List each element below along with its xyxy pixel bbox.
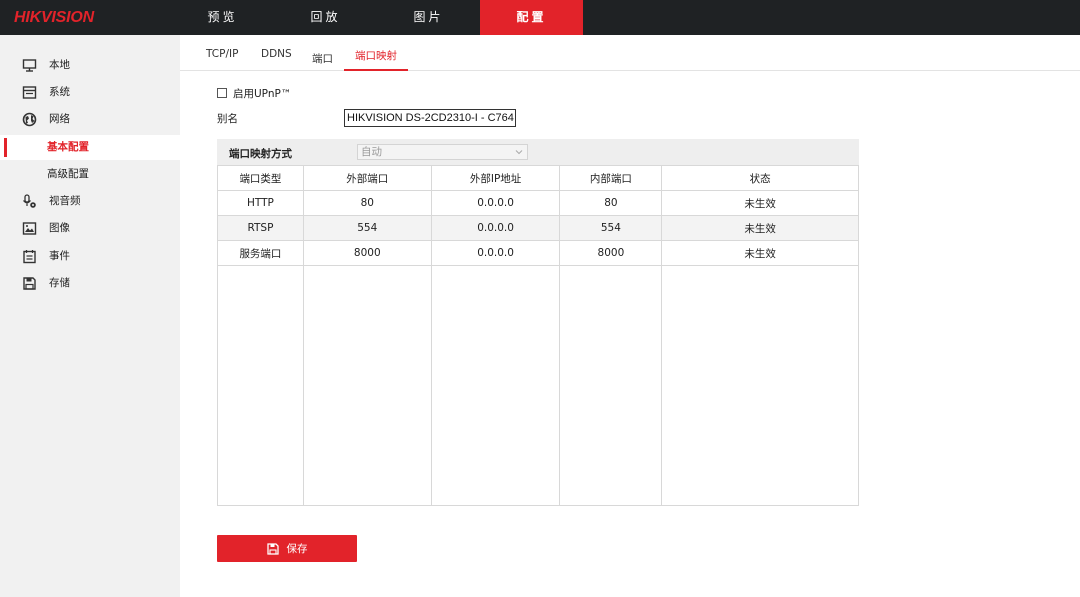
column-header: 内部端口 <box>559 165 663 191</box>
internal-port-cell: 554 <box>559 215 663 241</box>
external-ip-cell: 0.0.0.0 <box>430 190 561 216</box>
status-cell: 未生效 <box>661 215 859 241</box>
save-label: 保存 <box>286 543 308 555</box>
internal-port-cell: 8000 <box>559 240 663 266</box>
port-type-cell: RTSP <box>217 215 304 241</box>
nav-playback[interactable]: 回放 <box>274 0 377 35</box>
sidebar-item-label: 视音频 <box>49 195 81 207</box>
image-icon <box>22 222 37 235</box>
sidebar-item-system[interactable]: 系统 <box>0 80 180 105</box>
upnp-checkbox[interactable] <box>217 88 227 98</box>
globe-icon <box>22 112 37 127</box>
sidebar-item-label: 本地 <box>49 59 70 71</box>
column-header: 外部IP地址 <box>430 165 561 191</box>
mapping-mode-select[interactable]: 自动 <box>357 144 528 160</box>
port-type-cell: HTTP <box>217 190 304 216</box>
upnp-row: 启用UPnP™ <box>217 86 291 100</box>
save-button[interactable]: 保存 <box>217 535 357 562</box>
table-row[interactable]: 服务端口 8000 0.0.0.0 8000 未生效 <box>217 240 859 266</box>
floppy-disk-icon <box>23 277 36 290</box>
external-ip-cell: 0.0.0.0 <box>430 215 561 241</box>
status-cell: 未生效 <box>661 190 859 216</box>
nav-preview[interactable]: 预览 <box>171 0 274 35</box>
empty-cell <box>430 265 561 506</box>
port-mapping-table: 端口类型 外部端口 外部IP地址 内部端口 状态 HTTP 80 0.0.0.0… <box>217 165 859 506</box>
chevron-down-icon <box>515 150 523 155</box>
floppy-disk-icon <box>266 542 279 555</box>
empty-cell <box>217 265 304 506</box>
upnp-label: 启用UPnP™ <box>233 87 292 100</box>
top-bar: HIKVISION 预览 回放 图片 配置 <box>0 0 1080 35</box>
mapping-mode-label: 端口映射方式 <box>229 148 292 160</box>
column-header: 端口类型 <box>217 165 304 191</box>
table-empty-area <box>217 265 859 506</box>
mapping-mode-value: 自动 <box>361 146 382 158</box>
microphone-gear-icon <box>23 194 36 208</box>
table-header-row: 端口类型 外部端口 外部IP地址 内部端口 状态 <box>217 165 859 191</box>
table-row[interactable]: RTSP 554 0.0.0.0 554 未生效 <box>217 215 859 241</box>
alias-input[interactable]: HIKVISION DS-2CD2310-I - C764 <box>344 109 516 127</box>
sidebar-item-label: 图像 <box>49 222 70 234</box>
external-port-cell[interactable]: 80 <box>302 190 432 216</box>
sidebar-item-advanced-config[interactable]: 高级配置 <box>0 162 180 187</box>
tab-port[interactable]: 端口 <box>312 51 333 72</box>
config-tabs: TCP/IP DDNS 端口 端口映射 <box>180 35 1080 71</box>
sidebar-item-video-audio[interactable]: 视音频 <box>0 189 180 214</box>
sidebar-item-label: 存储 <box>49 277 70 289</box>
empty-cell <box>661 265 859 506</box>
sidebar-item-network[interactable]: 网络 <box>0 107 180 132</box>
external-ip-cell: 0.0.0.0 <box>430 240 561 266</box>
tab-port-mapping[interactable]: 端口映射 <box>344 48 408 71</box>
sidebar: 本地 系统 网络 基本配置 高级配置 视音频 图像 事件 存储 <box>0 35 180 597</box>
external-port-cell[interactable]: 554 <box>302 215 432 241</box>
nav-picture[interactable]: 图片 <box>377 0 480 35</box>
sidebar-item-storage[interactable]: 存储 <box>0 271 180 296</box>
sidebar-item-basic-config[interactable]: 基本配置 <box>0 135 180 160</box>
sidebar-item-event[interactable]: 事件 <box>0 244 180 269</box>
column-header: 外部端口 <box>302 165 432 191</box>
sidebar-item-image[interactable]: 图像 <box>0 216 180 241</box>
sidebar-item-label: 网络 <box>49 113 70 125</box>
calendar-list-icon <box>23 250 36 264</box>
nav-configuration[interactable]: 配置 <box>480 0 583 35</box>
sidebar-item-label: 高级配置 <box>47 168 89 180</box>
tab-ddns[interactable]: DDNS <box>261 48 292 66</box>
empty-cell <box>302 265 432 506</box>
tab-tcp-ip[interactable]: TCP/IP <box>206 48 238 66</box>
monitor-icon <box>22 59 37 72</box>
table-row[interactable]: HTTP 80 0.0.0.0 80 未生效 <box>217 190 859 216</box>
empty-cell <box>559 265 663 506</box>
system-window-icon <box>22 86 37 99</box>
mapping-mode-bar: 端口映射方式 自动 <box>217 139 859 165</box>
sidebar-item-local[interactable]: 本地 <box>0 53 180 78</box>
port-type-cell: 服务端口 <box>217 240 304 266</box>
internal-port-cell: 80 <box>559 190 663 216</box>
hikvision-logo: HIKVISION <box>14 9 94 26</box>
sidebar-item-label: 基本配置 <box>47 141 89 153</box>
sidebar-item-label: 系统 <box>49 86 70 98</box>
status-cell: 未生效 <box>661 240 859 266</box>
column-header: 状态 <box>661 165 859 191</box>
top-nav: 预览 回放 图片 配置 <box>171 0 583 35</box>
alias-label: 别名 <box>217 113 238 125</box>
external-port-cell[interactable]: 8000 <box>302 240 432 266</box>
sidebar-item-label: 事件 <box>49 250 70 262</box>
